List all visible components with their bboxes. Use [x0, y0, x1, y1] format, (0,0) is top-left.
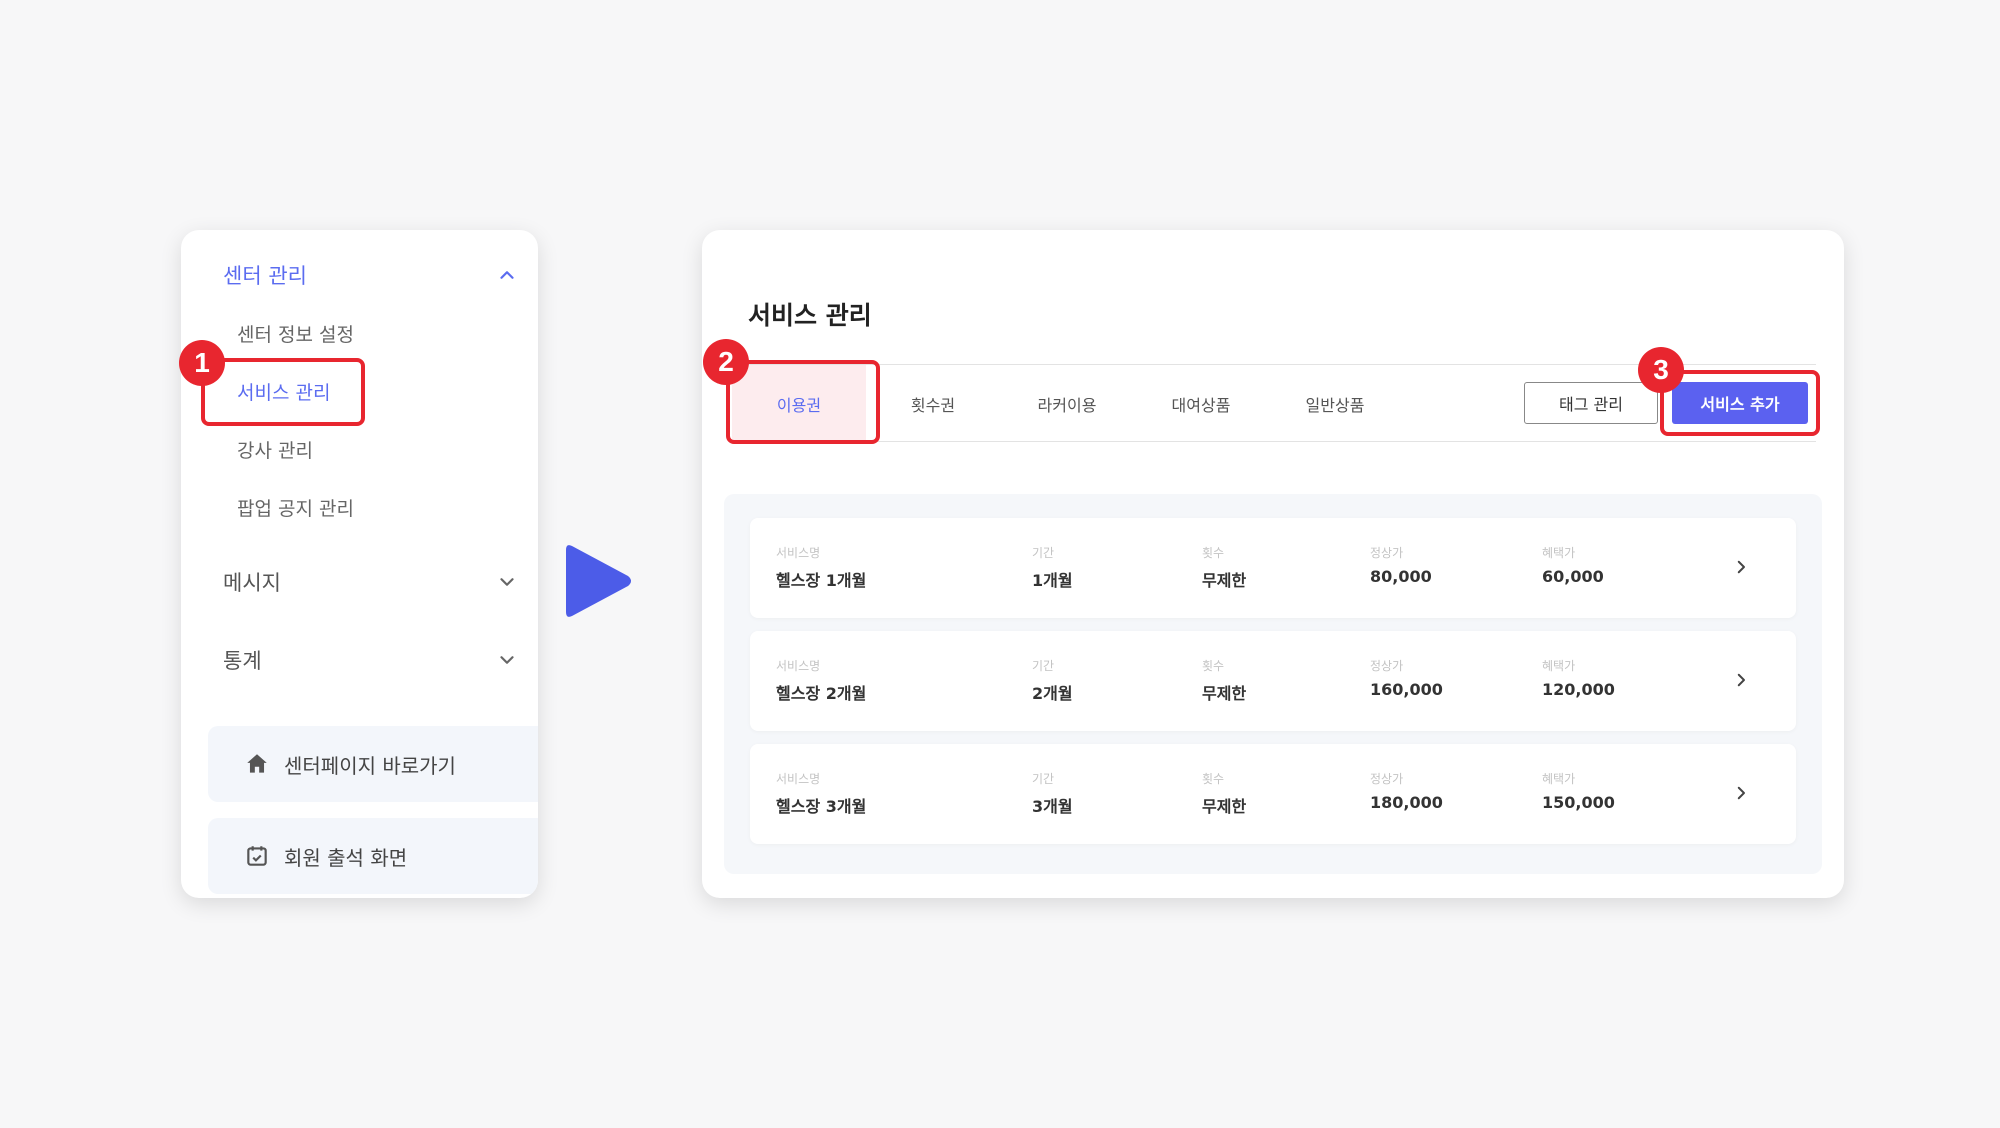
- step-badge-1: 1: [179, 340, 225, 386]
- service-period: 2개월: [1032, 684, 1073, 703]
- list-item[interactable]: 서비스명헬스장 3개월 기간 3개월 횟수무제한 정상가 180,000 혜택가 15…: [750, 744, 1796, 844]
- service-sale-price: 120,000: [1542, 680, 1615, 699]
- column-label-count: 횟수: [1202, 546, 1225, 560]
- column-label-period: 기간: [1032, 659, 1055, 673]
- chevron-down-icon: [496, 649, 518, 671]
- service-price: 160,000: [1370, 680, 1443, 699]
- column-label-price: 정상가: [1370, 772, 1404, 786]
- column-label-sale: 혜택가: [1542, 659, 1576, 673]
- column-label-count: 횟수: [1202, 772, 1225, 786]
- step-badge-3: 3: [1638, 347, 1684, 393]
- chevron-up-icon: [496, 264, 518, 286]
- column-label-name: 서비스명: [776, 546, 821, 560]
- tab-rental[interactable]: 대여상품: [1134, 365, 1268, 443]
- menu-group-label: 센터 관리: [223, 264, 307, 288]
- service-sale-price: 150,000: [1542, 793, 1615, 812]
- menu-group-message[interactable]: 메시지: [223, 567, 518, 597]
- tag-manage-button[interactable]: 태그 관리: [1524, 382, 1658, 424]
- column-label-count: 횟수: [1202, 659, 1225, 673]
- shortcut-label: 회원 출석 화면: [284, 845, 408, 870]
- service-period: 1개월: [1032, 571, 1073, 590]
- list-item[interactable]: 서비스명헬스장 1개월 기간 1개월 횟수무제한 정상가 80,000 혜택가 60,…: [750, 518, 1796, 618]
- column-label-name: 서비스명: [776, 659, 821, 673]
- service-count: 무제한: [1202, 571, 1247, 590]
- highlight-box-membership-tab: [726, 360, 880, 444]
- column-label-sale: 혜택가: [1542, 772, 1576, 786]
- highlight-box-add-service: [1660, 370, 1820, 436]
- service-sale-price: 60,000: [1542, 567, 1604, 586]
- list-item[interactable]: 서비스명헬스장 2개월 기간 2개월 횟수무제한 정상가 160,000 혜택가 12…: [750, 631, 1796, 731]
- chevron-right-icon[interactable]: [1732, 784, 1750, 802]
- highlight-box-service-manage: [201, 358, 365, 426]
- menu-group-label: 통계: [223, 649, 262, 673]
- sidebar-item-center-info[interactable]: 센터 정보 설정: [237, 320, 354, 347]
- sidebar-item-instructor-manage[interactable]: 강사 관리: [237, 436, 313, 463]
- calendar-check-icon: [247, 846, 267, 866]
- column-label-name: 서비스명: [776, 772, 821, 786]
- shortcut-attendance[interactable]: 회원 출석 화면: [208, 818, 538, 894]
- menu-group-label: 메시지: [223, 571, 281, 595]
- menu-group-center-manage[interactable]: 센터 관리: [223, 260, 518, 290]
- chevron-right-icon[interactable]: [1732, 671, 1750, 689]
- chevron-right-icon[interactable]: [1732, 558, 1750, 576]
- sidebar-item-popup-notice[interactable]: 팝업 공지 관리: [237, 494, 354, 521]
- service-price: 180,000: [1370, 793, 1443, 812]
- tutorial-stage: 센터 관리 센터 정보 설정 서비스 관리 강사 관리 팝업 공지 관리 메시지…: [0, 0, 2000, 1128]
- tab-general-product[interactable]: 일반상품: [1268, 365, 1402, 443]
- column-label-price: 정상가: [1370, 546, 1404, 560]
- column-label-period: 기간: [1032, 546, 1055, 560]
- service-count: 무제한: [1202, 797, 1247, 816]
- service-period: 3개월: [1032, 797, 1073, 816]
- service-name: 헬스장 3개월: [776, 797, 867, 816]
- chevron-down-icon: [496, 571, 518, 593]
- column-label-sale: 혜택가: [1542, 546, 1576, 560]
- tab-count-pass[interactable]: 횟수권: [866, 365, 1000, 443]
- service-name: 헬스장 2개월: [776, 684, 867, 703]
- step-badge-2: 2: [703, 339, 749, 385]
- tab-locker[interactable]: 라커이용: [1000, 365, 1134, 443]
- column-label-price: 정상가: [1370, 659, 1404, 673]
- sidebar-card: 센터 관리 센터 정보 설정 서비스 관리 강사 관리 팝업 공지 관리 메시지…: [181, 230, 538, 898]
- shortcut-label: 센터페이지 바로가기: [284, 753, 456, 778]
- shortcut-center-page[interactable]: 센터페이지 바로가기: [208, 726, 538, 802]
- menu-group-statistics[interactable]: 통계: [223, 645, 518, 675]
- home-icon: [247, 754, 267, 773]
- service-price: 80,000: [1370, 567, 1432, 586]
- service-manage-card: 서비스 관리 이용권 횟수권 라커이용 대여상품 일반상품 태그 관리 서비스 …: [702, 230, 1844, 898]
- column-label-period: 기간: [1032, 772, 1055, 786]
- service-count: 무제한: [1202, 684, 1247, 703]
- page-title: 서비스 관리: [748, 301, 872, 330]
- service-list: 서비스명 헬스장 1개월 기간 1개월 횟수 무제한 정상가 80,000 혜택가 60,…: [724, 494, 1822, 874]
- play-arrow-icon: [566, 545, 631, 617]
- service-name: 헬스장 1개월: [776, 571, 867, 590]
